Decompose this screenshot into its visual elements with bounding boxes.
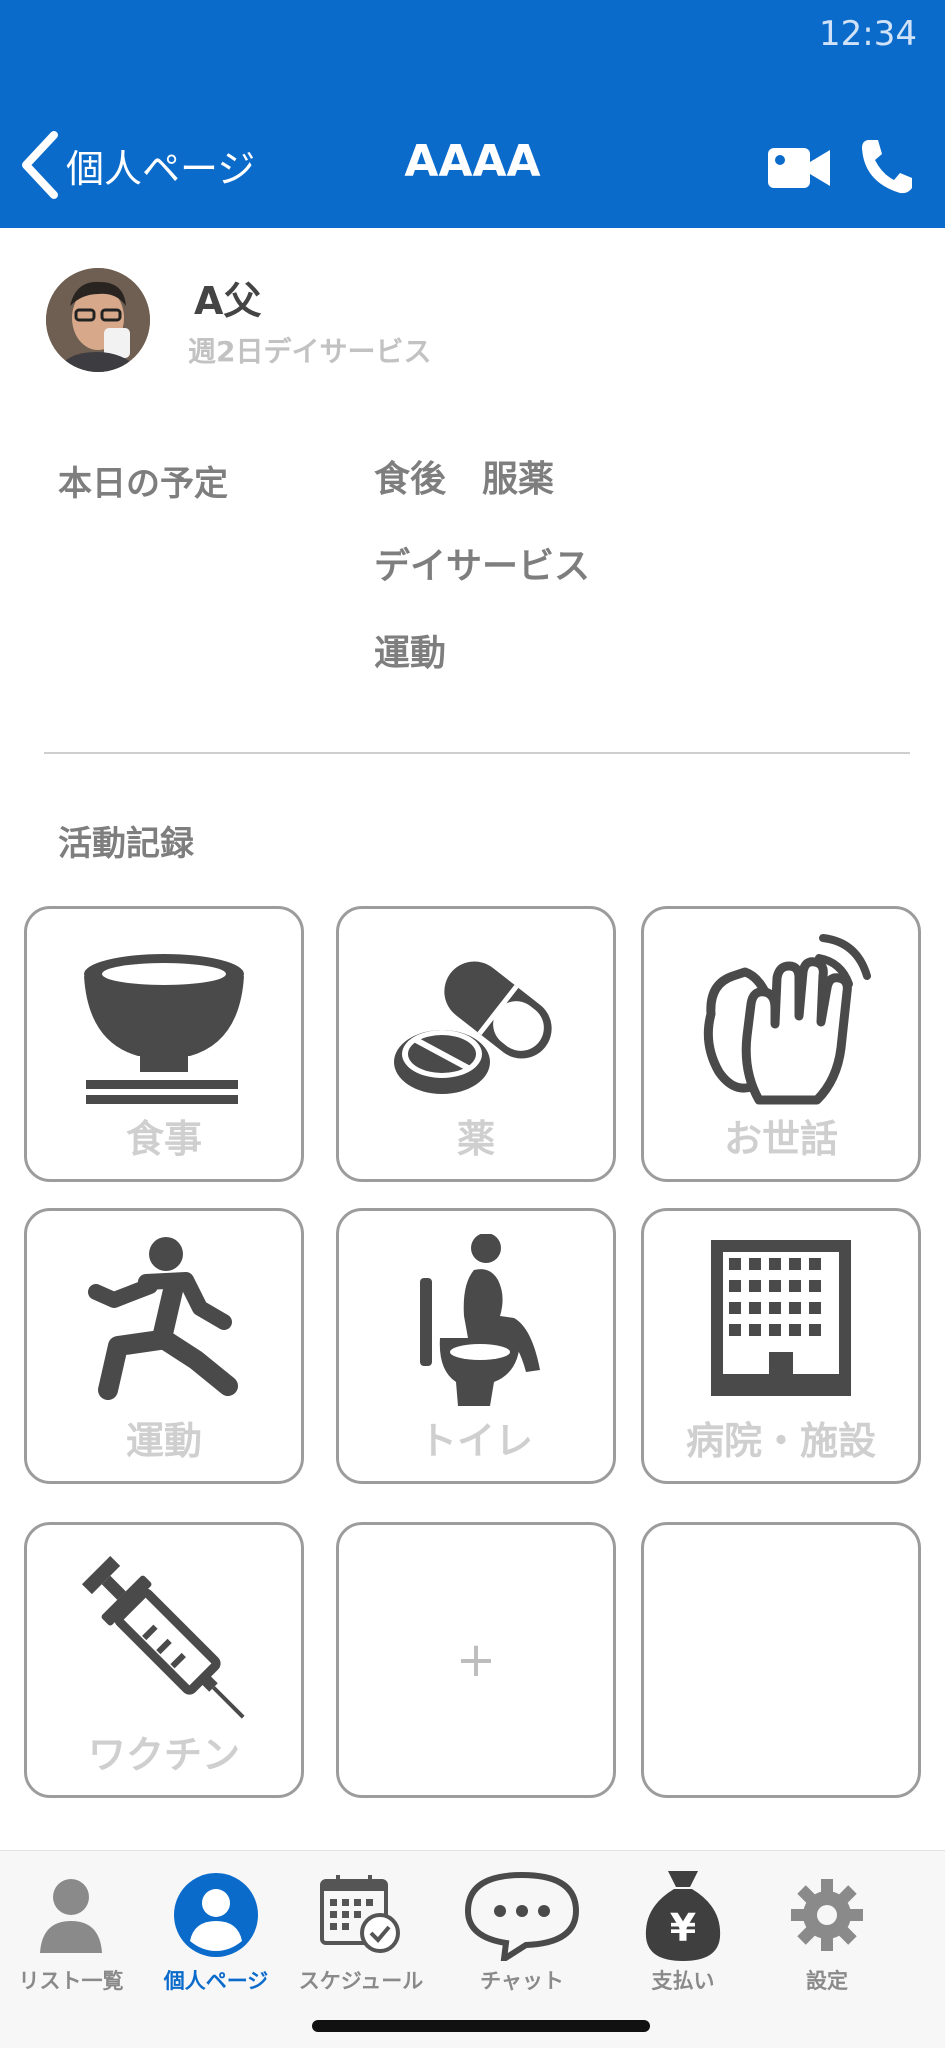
tile-add[interactable]: + [336, 1522, 616, 1798]
tile-label: お世話 [723, 1117, 838, 1161]
status-time: 12:34 [819, 14, 917, 54]
tile-label: 食事 [125, 1117, 202, 1161]
clapping-hands-icon [703, 934, 871, 1105]
tile-hospital[interactable]: 病院・施設 [641, 1208, 921, 1484]
home-indicator [312, 2020, 650, 2032]
calendar-check-icon [320, 1875, 400, 1953]
chat-bubble-icon [464, 1871, 580, 1961]
gear-icon [791, 1879, 863, 1951]
schedule-item: 運動 [374, 633, 447, 674]
tab-bar: リスト一覧 個人ページ スケジュール チャット ¥ 支払い 設定 [0, 1850, 945, 2048]
page-title: AAAA [404, 136, 541, 187]
tile-label: ワクチン [87, 1733, 240, 1777]
tile-label: 薬 [456, 1117, 495, 1161]
tile-meal[interactable]: 食事 [24, 906, 304, 1182]
pills-icon [394, 961, 552, 1094]
tab-label: 設定 [806, 1969, 848, 1993]
tile-exercise[interactable]: 運動 [24, 1208, 304, 1484]
syringe-icon [81, 1555, 245, 1719]
money-bag-icon: ¥ [645, 1871, 721, 1961]
avatar-photo [46, 268, 150, 372]
tile-vaccine[interactable]: ワクチン [24, 1522, 304, 1798]
schedule-item: デイサービス [374, 546, 591, 587]
tile-empty[interactable] [641, 1522, 921, 1798]
avatar[interactable] [46, 268, 150, 372]
app-header: 12:34 個人ページ AAAA [0, 0, 945, 228]
tile-label: 運動 [125, 1419, 202, 1463]
toilet-icon [420, 1234, 540, 1406]
tile-toilet[interactable]: トイレ [336, 1208, 616, 1484]
tile-label: 病院・施設 [685, 1419, 876, 1463]
svg-text:¥: ¥ [670, 1906, 696, 1950]
activity-section-label: 活動記録 [58, 824, 194, 864]
tab-settings[interactable]: 設定 [752, 1851, 902, 2001]
rice-bowl-icon [84, 954, 244, 1104]
person-icon [40, 1879, 102, 1953]
phone-icon[interactable] [858, 136, 914, 196]
tile-care[interactable]: お世話 [641, 906, 921, 1182]
tile-label: トイレ [418, 1419, 533, 1463]
video-camera-icon[interactable] [766, 140, 832, 196]
tab-schedule[interactable]: スケジュール [286, 1851, 436, 2001]
back-label: 個人ページ [66, 146, 256, 191]
schedule-label: 本日の予定 [58, 464, 228, 504]
profile-circle-icon [174, 1873, 258, 1957]
back-button[interactable]: 個人ページ [16, 128, 255, 202]
running-person-icon [88, 1237, 238, 1400]
tab-chat[interactable]: チャット [447, 1851, 597, 2001]
tile-medicine[interactable]: 薬 [336, 906, 616, 1182]
building-icon [711, 1240, 851, 1396]
plus-icon: + [455, 1632, 497, 1688]
section-divider [44, 752, 910, 754]
schedule-item: 食後 服薬 [374, 459, 555, 500]
profile-name: A父 [194, 279, 262, 323]
profile-subtitle: 週2日デイサービス [188, 335, 432, 368]
chevron-left-icon [22, 131, 58, 199]
